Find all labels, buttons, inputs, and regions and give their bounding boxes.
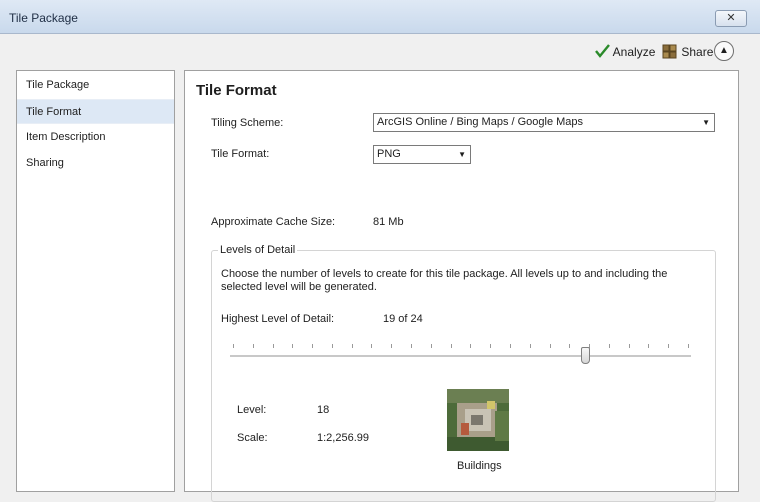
slider-tick [331, 344, 333, 348]
highest-level-label: Highest Level of Detail: [221, 313, 335, 325]
analyze-button[interactable]: Analyze [595, 44, 655, 59]
slider-tick [569, 344, 571, 348]
tiling-scheme-label: Tiling Scheme: [211, 117, 284, 129]
package-icon [662, 44, 677, 59]
sidebar-item-sharing[interactable]: Sharing [17, 151, 174, 176]
analyze-label: Analyze [612, 45, 656, 59]
chevron-up-icon: ▲ [719, 45, 729, 56]
title-bar: Tile Package ✕ [0, 0, 760, 34]
levels-group-title: Levels of Detail [218, 244, 298, 256]
instructions-line-1: Choose the number of levels to create fo… [221, 268, 668, 280]
slider-tick [252, 344, 254, 348]
tiling-scheme-select[interactable]: ArcGIS Online / Bing Maps / Google Maps … [373, 113, 715, 132]
slider-tick [371, 344, 373, 348]
slider-tick [509, 344, 511, 348]
slider-tick [391, 344, 393, 348]
level-label: Level: [237, 404, 267, 416]
close-button[interactable]: ✕ [715, 10, 747, 27]
page-title: Tile Format [196, 82, 277, 99]
thumbnail-caption: Buildings [457, 460, 502, 472]
slider-track [230, 355, 691, 358]
tile-format-value: PNG [377, 148, 401, 160]
sidebar-item-tile-format[interactable]: Tile Format [17, 99, 174, 124]
slider-tick [608, 344, 610, 348]
map-thumbnail [447, 389, 509, 451]
highest-level-value: 19 of 24 [383, 313, 423, 325]
sidebar-item-item-description[interactable]: Item Description [17, 125, 174, 150]
slider-tick [648, 344, 650, 348]
checkmark-icon [595, 44, 610, 58]
tile-format-select[interactable]: PNG ▼ [373, 145, 471, 164]
slider-tick [668, 344, 670, 348]
sidebar-item-tile-package[interactable]: Tile Package [17, 73, 174, 98]
tile-format-label: Tile Format: [211, 148, 270, 160]
slider-thumb[interactable] [581, 347, 591, 364]
dropdown-arrow-icon: ▼ [702, 118, 710, 127]
slider-tick [490, 344, 492, 348]
collapse-button[interactable]: ▲ [714, 41, 734, 61]
slider-tick [411, 344, 413, 348]
scale-value: 1:2,256.99 [317, 432, 369, 444]
slider-tick [430, 344, 432, 348]
cache-size-label: Approximate Cache Size: [211, 216, 336, 228]
share-button[interactable]: Share [662, 44, 713, 59]
slider-tick [529, 344, 531, 348]
sidebar: Tile Package Tile Format Item Descriptio… [16, 70, 175, 492]
slider-tick [292, 344, 294, 348]
main-panel: Tile Format Tiling Scheme: ArcGIS Online… [184, 70, 739, 502]
close-icon: ✕ [726, 12, 736, 24]
tiling-scheme-value: ArcGIS Online / Bing Maps / Google Maps [377, 116, 584, 128]
slider-tick [688, 344, 689, 348]
slider-tick [312, 344, 314, 348]
slider-tick [628, 344, 630, 348]
level-value: 18 [317, 404, 330, 416]
scale-label: Scale: [237, 432, 268, 444]
slider-tick [549, 344, 551, 348]
instructions-line-2: selected level will be generated. [221, 281, 377, 293]
slider-tick [272, 344, 274, 348]
cache-size-value: 81 Mb [373, 216, 404, 228]
window-title: Tile Package [9, 11, 78, 25]
dropdown-arrow-icon: ▼ [458, 150, 466, 159]
slider-tick [351, 344, 353, 348]
slider-tick [233, 344, 234, 348]
slider-tick [470, 344, 472, 348]
slider-tick [450, 344, 452, 348]
share-label: Share [681, 45, 714, 59]
